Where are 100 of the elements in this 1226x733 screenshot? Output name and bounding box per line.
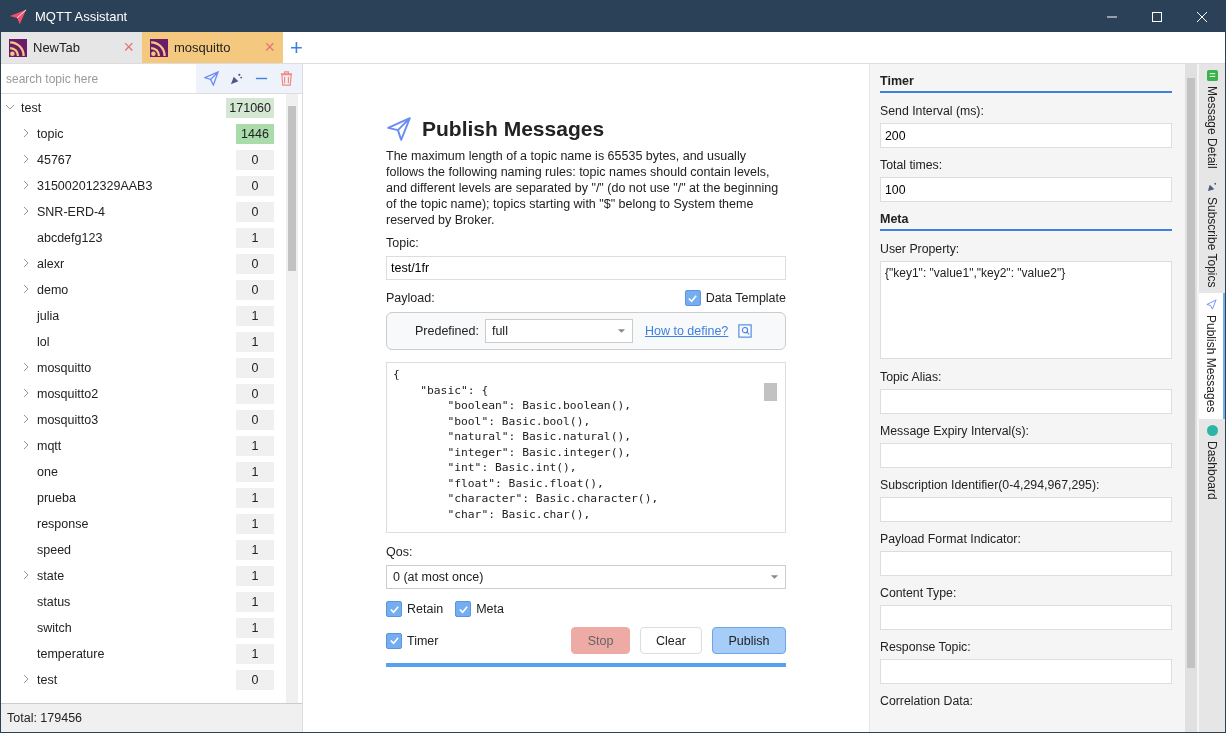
side-tab[interactable]: Message Detail bbox=[1199, 64, 1225, 175]
publish-button[interactable]: Publish bbox=[712, 627, 786, 654]
count-badge: 1446 bbox=[236, 124, 274, 144]
tree-item[interactable]: SNR-ERD-4 0 bbox=[1, 199, 286, 225]
tree-item[interactable]: temperature 1 bbox=[1, 641, 286, 667]
tree-item[interactable]: prueba 1 bbox=[1, 485, 286, 511]
search-icon[interactable] bbox=[738, 324, 753, 338]
code-line: "integer": Basic.integer(), bbox=[446, 444, 633, 460]
tree-item[interactable]: mosquitto2 0 bbox=[1, 381, 286, 407]
code-editor[interactable] bbox=[386, 362, 786, 533]
checkbox-icon[interactable] bbox=[684, 290, 701, 306]
tree-item[interactable]: switch 1 bbox=[1, 615, 286, 641]
field-label: Predefined: bbox=[415, 324, 479, 338]
checkbox-icon[interactable] bbox=[386, 601, 402, 617]
window-title: MQTT Assistant bbox=[35, 9, 128, 24]
input-field[interactable] bbox=[880, 659, 1172, 684]
tree-item[interactable]: julia 1 bbox=[1, 303, 286, 329]
count-badge: 171060 bbox=[226, 98, 274, 118]
input-field[interactable] bbox=[880, 605, 1172, 630]
field-label: Topic Alias: bbox=[880, 370, 943, 384]
count-badge: 0 bbox=[236, 670, 274, 690]
gauge-icon bbox=[1206, 424, 1218, 436]
input-field[interactable] bbox=[880, 443, 1172, 468]
checkbox-icon[interactable] bbox=[455, 601, 472, 617]
signal-waves-icon bbox=[9, 38, 27, 57]
tree-item[interactable]: mosquitto3 0 bbox=[1, 407, 286, 433]
broadcast-icon[interactable] bbox=[229, 71, 244, 86]
tree-item[interactable]: speed 1 bbox=[1, 537, 286, 563]
field-label: Payload Format Indicator: bbox=[880, 532, 1022, 546]
count-badge: 0 bbox=[236, 150, 274, 170]
tree-item[interactable]: test 171060 bbox=[1, 95, 286, 121]
tree-item[interactable]: test 0 bbox=[1, 667, 286, 693]
input-field[interactable] bbox=[880, 389, 1172, 414]
topic-field[interactable]: test/1fr bbox=[386, 256, 786, 280]
count-badge: 0 bbox=[236, 176, 274, 196]
scrollbar[interactable] bbox=[1185, 64, 1197, 732]
paper-plane-icon[interactable] bbox=[204, 71, 219, 86]
tree-item[interactable]: status 1 bbox=[1, 589, 286, 615]
count-badge: 1 bbox=[236, 644, 274, 664]
clear-button[interactable]: Clear bbox=[640, 627, 702, 654]
side-tab[interactable]: Subscribe Topics bbox=[1199, 174, 1225, 294]
qos-select[interactable]: 0 (at most once) bbox=[386, 565, 786, 589]
field-label: Response Topic: bbox=[880, 640, 972, 654]
connection-tab[interactable]: mosquitto × bbox=[142, 32, 283, 63]
input-field[interactable] bbox=[880, 551, 1172, 576]
tree-item[interactable]: one 1 bbox=[1, 459, 286, 485]
code-line: "float": Basic.float(), bbox=[446, 475, 605, 491]
total-count: Total: 179456 bbox=[7, 711, 83, 725]
paper-plane-icon bbox=[1205, 299, 1217, 311]
scrollbar[interactable] bbox=[286, 94, 298, 703]
tree-item[interactable]: demo 0 bbox=[1, 277, 286, 303]
connection-tab[interactable]: NewTab × bbox=[1, 32, 142, 63]
tree-item[interactable]: mosquitto 0 bbox=[1, 355, 286, 381]
input-field[interactable]: 100 bbox=[880, 177, 1172, 202]
input-field[interactable] bbox=[880, 497, 1172, 522]
code-line: { bbox=[393, 367, 401, 383]
section-heading: Timer bbox=[880, 74, 1172, 93]
count-badge: 1 bbox=[236, 514, 274, 534]
help-link[interactable]: How to define? bbox=[644, 324, 729, 338]
signal-waves-icon bbox=[150, 38, 168, 57]
template-select[interactable]: full bbox=[484, 319, 633, 343]
code-line: "character": Basic.character(), bbox=[446, 491, 660, 507]
count-badge: 0 bbox=[236, 254, 274, 274]
paper-plane-icon bbox=[9, 7, 27, 26]
trash-icon[interactable] bbox=[279, 71, 294, 86]
side-tab[interactable]: Dashboard bbox=[1199, 418, 1225, 506]
input-field[interactable]: 200 bbox=[880, 123, 1172, 148]
broadcast-icon bbox=[1206, 180, 1218, 192]
checkbox[interactable]: Data Template bbox=[684, 290, 786, 306]
tree-item[interactable]: 45767 0 bbox=[1, 147, 286, 173]
checkbox-icon[interactable] bbox=[386, 632, 402, 649]
tree-item[interactable]: topic 1446 bbox=[1, 121, 286, 147]
close-icon[interactable] bbox=[1197, 11, 1207, 22]
tree-item[interactable]: mqtt 1 bbox=[1, 433, 286, 459]
code-line: "bool": Basic.bool(), bbox=[446, 413, 592, 429]
count-badge: 0 bbox=[236, 358, 274, 378]
section-heading: Meta bbox=[880, 212, 1172, 231]
checkbox[interactable]: Retain bbox=[386, 601, 444, 617]
maximize-icon[interactable] bbox=[1152, 11, 1162, 22]
code-line: "natural": Basic.natural(), bbox=[446, 429, 633, 445]
tree-item[interactable]: response 1 bbox=[1, 511, 286, 537]
tree-item[interactable]: alexr 0 bbox=[1, 251, 286, 277]
text-area[interactable]: {"key1": "value1","key2": "value2"} bbox=[880, 261, 1172, 359]
field-label: Content Type: bbox=[880, 586, 958, 600]
count-badge: 0 bbox=[236, 202, 274, 222]
side-tab[interactable]: Publish Messages bbox=[1199, 293, 1225, 419]
checkbox[interactable]: Meta bbox=[455, 601, 504, 617]
code-line: "char": Basic.char(), bbox=[446, 506, 592, 522]
add-tab-button[interactable]: + bbox=[283, 32, 310, 63]
count-badge: 1 bbox=[236, 618, 274, 638]
paper-plane-icon bbox=[386, 116, 412, 142]
tree-item[interactable]: abcdefg123 1 bbox=[1, 225, 286, 251]
page-heading: Publish Messages bbox=[422, 117, 605, 141]
tree-item[interactable]: lol 1 bbox=[1, 329, 286, 355]
tree-item[interactable]: state 1 bbox=[1, 563, 286, 589]
tree-item[interactable]: 315002012329AAB3 0 bbox=[1, 173, 286, 199]
field-label: Total times: bbox=[880, 158, 944, 172]
checkbox[interactable]: Timer bbox=[386, 632, 439, 649]
count-badge: 1 bbox=[236, 436, 274, 456]
field-label: Message Expiry Interval(s): bbox=[880, 424, 1030, 438]
